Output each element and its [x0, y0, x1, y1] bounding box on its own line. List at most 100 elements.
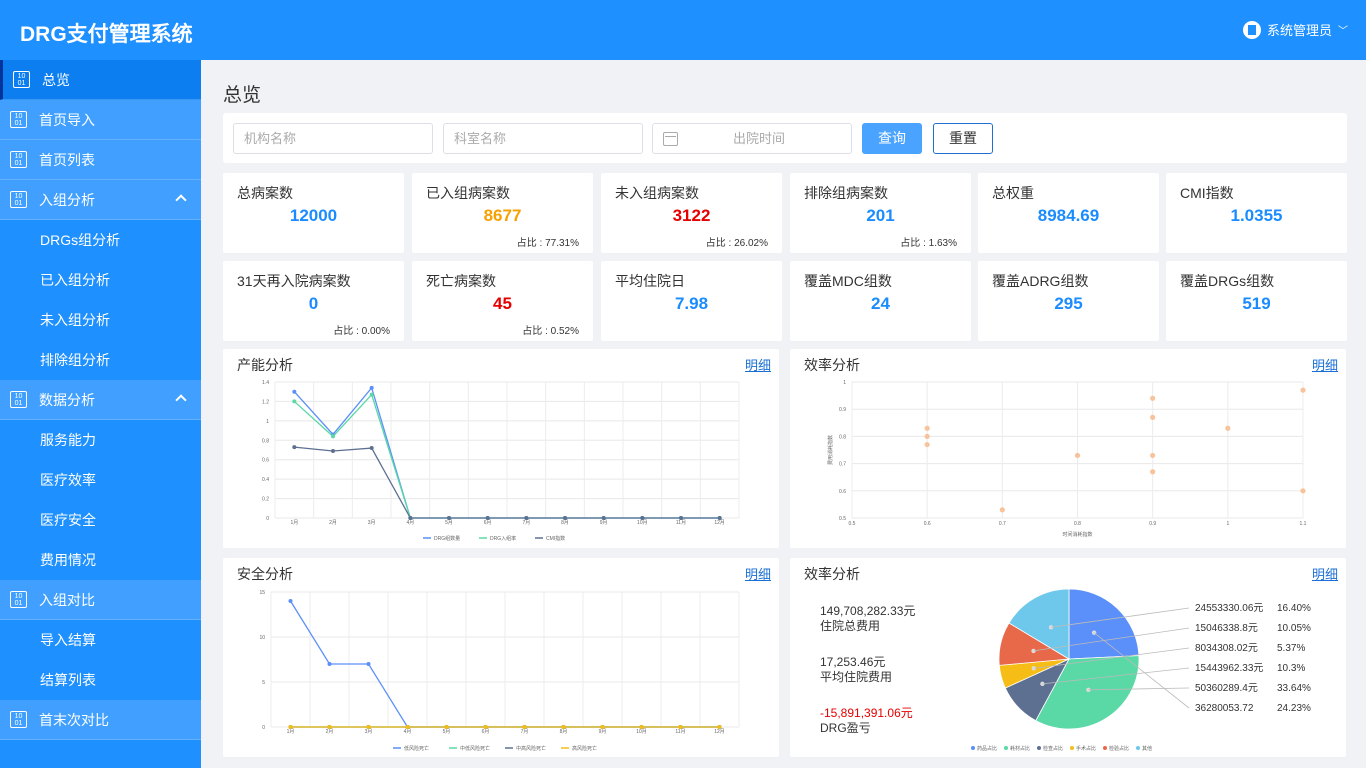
slice-percent-label: 10.3%	[1277, 663, 1305, 674]
legend-label: 低风险死亡	[404, 745, 429, 752]
sidebar-item[interactable]: 10 01 首页列表	[0, 140, 201, 180]
sidebar-item[interactable]: 10 01 总览	[0, 60, 201, 100]
sidebar-subitem-label: 医疗安全	[40, 512, 96, 528]
stat-label: 死亡病案数	[426, 273, 496, 289]
sidebar-subitem[interactable]: 导入结算	[0, 620, 201, 660]
legend-marker	[1037, 746, 1041, 750]
sidebar-subitem[interactable]: 已入组分析	[0, 260, 201, 300]
scatter-point	[924, 425, 930, 431]
date-placeholder: 出院时间	[733, 131, 786, 146]
data-point	[366, 725, 371, 729]
sidebar-item[interactable]: 10 01 首页导入	[0, 100, 201, 140]
data-point	[485, 516, 490, 520]
y-tick-label: 0	[262, 725, 265, 731]
calendar-icon	[663, 132, 678, 146]
legend-marker	[1004, 746, 1008, 750]
dept-name-field[interactable]	[443, 123, 643, 154]
reset-button[interactable]: 重置	[933, 123, 993, 154]
sidebar-subitem[interactable]: DRGs组分析	[0, 220, 201, 260]
sidebar-group[interactable]: 10 01 入组分析	[0, 180, 201, 220]
y-tick-label: 5	[262, 680, 265, 686]
x-tick-label: 4月	[406, 520, 414, 526]
sidebar-subitem-label: 费用情况	[40, 552, 96, 568]
scatter-point	[1225, 425, 1231, 431]
x-tick-label: 1月	[290, 520, 298, 526]
x-tick-label: 0.9	[1149, 521, 1156, 527]
discharge-date-picker[interactable]: 出院时间	[652, 123, 852, 154]
sidebar-item-label: 首页导入	[39, 111, 95, 128]
x-tick-label: 2月	[329, 520, 337, 526]
menu-icon: 10 01	[10, 711, 27, 728]
query-button[interactable]: 查询	[862, 123, 922, 154]
sidebar-subitem[interactable]: 排除组分析	[0, 340, 201, 380]
stat-card: 覆盖MDC组数 24	[790, 261, 971, 341]
user-menu[interactable]: 系统管理员 ﹀	[1242, 20, 1348, 39]
data-point	[483, 725, 488, 729]
x-tick-label: 5月	[443, 729, 451, 735]
x-tick-label: 9月	[599, 729, 607, 735]
org-name-field[interactable]	[233, 123, 433, 154]
stat-ratio: 占比 : 77.31%	[516, 238, 579, 249]
stat-card: 覆盖ADRG组数 295	[978, 261, 1159, 341]
stat-value: 201	[866, 206, 895, 225]
x-tick-label: 0.8	[1074, 521, 1081, 527]
menu-icon: 10 01	[13, 71, 30, 88]
slice-percent-label: 10.05%	[1277, 623, 1311, 634]
data-point	[369, 392, 374, 397]
scatter-point	[1150, 414, 1156, 420]
building-icon	[1242, 20, 1261, 39]
sidebar-subitem[interactable]: 医疗效率	[0, 460, 201, 500]
page-title: 总览	[223, 85, 262, 106]
data-point	[678, 725, 683, 729]
y-tick-label: 0.8	[839, 434, 846, 440]
x-tick-label: 1	[1226, 521, 1229, 527]
sidebar-subitem[interactable]: 未入组分析	[0, 300, 201, 340]
data-point	[640, 516, 645, 520]
legend-label: 耗材占比	[1010, 745, 1030, 752]
slice-percent-label: 24.23%	[1277, 703, 1311, 714]
chevron-up-icon	[175, 394, 187, 406]
sidebar-group[interactable]: 10 01 数据分析	[0, 380, 201, 420]
sidebar-subitem[interactable]: 费用情况	[0, 540, 201, 580]
sidebar-subitem[interactable]: 结算列表	[0, 660, 201, 700]
y-tick-label: 1	[266, 419, 269, 425]
stat-card: 覆盖DRGs组数 519	[1166, 261, 1347, 341]
data-point	[408, 516, 413, 520]
legend-label: DRG组数量	[434, 535, 460, 542]
y-tick-label: 0.2	[262, 497, 269, 503]
safety-chart: 0 5 10 15 1月 2月 3月 4月 5月 6月 7月 8月 9月 10月 11月 12月低风险死亡 中低…	[259, 590, 740, 752]
sidebar-item[interactable]: 10 01 入组对比	[0, 580, 201, 620]
menu-icon: 10 01	[10, 191, 27, 208]
data-point	[524, 516, 529, 520]
y-tick-label: 0.6	[839, 489, 846, 495]
stat-card: 总权重 8984.69	[978, 173, 1159, 253]
safety-panel: 安全分析 明细 0 5 10 15 1月 2月 3月 4月 5月 6月 7月 8月 9月 10月 11月 12…	[223, 558, 779, 757]
data-point	[292, 399, 297, 404]
y-tick-label: 1.4	[262, 380, 269, 386]
legend-label: 高风险死亡	[572, 745, 597, 752]
efficiency-panel: 效率分析 明细 0.5 0.6 0.7 0.8 0.9 1 0.5 0.6 0.7 0.8 0.9 1…	[790, 349, 1346, 548]
stat-card: 未入组病案数 3122 占比 : 26.02%	[601, 173, 782, 253]
scatter-point	[1150, 469, 1156, 475]
y-tick-label: 0.6	[262, 458, 269, 464]
legend-label: 其他	[1142, 745, 1152, 752]
org-name-input[interactable]	[244, 124, 432, 153]
y-tick-label: 1.2	[262, 399, 269, 405]
data-point	[639, 725, 644, 729]
data-point	[444, 725, 449, 729]
sidebar-item-label: 首末次对比	[39, 711, 109, 728]
sidebar-subitem[interactable]: 服务能力	[0, 420, 201, 460]
filter-bar: 出院时间 查询 重置	[223, 113, 1347, 163]
stat-ratio: 占比 : 0.00%	[333, 326, 390, 337]
cost-panel: 效率分析 明细 149,708,282.33元 住院总费用 17,253.46元…	[790, 558, 1346, 757]
x-tick-label: 0.7	[999, 521, 1006, 527]
sidebar-item[interactable]: 10 01 首末次对比	[0, 700, 201, 740]
slice-value-label: 36280053.72	[1195, 703, 1254, 714]
sidebar-subitem[interactable]: 医疗安全	[0, 500, 201, 540]
x-tick-label: 11月	[676, 520, 686, 526]
main-content: 总览 出院时间 查询 重置 总病案数 12000 已入组病案数 8677 占比 : 77…	[201, 60, 1366, 768]
dept-name-input[interactable]	[454, 124, 642, 153]
y-tick-label: 0.9	[839, 407, 846, 413]
y-tick-label: 15	[259, 590, 265, 596]
sidebar-item-label: 入组分析	[39, 191, 95, 208]
